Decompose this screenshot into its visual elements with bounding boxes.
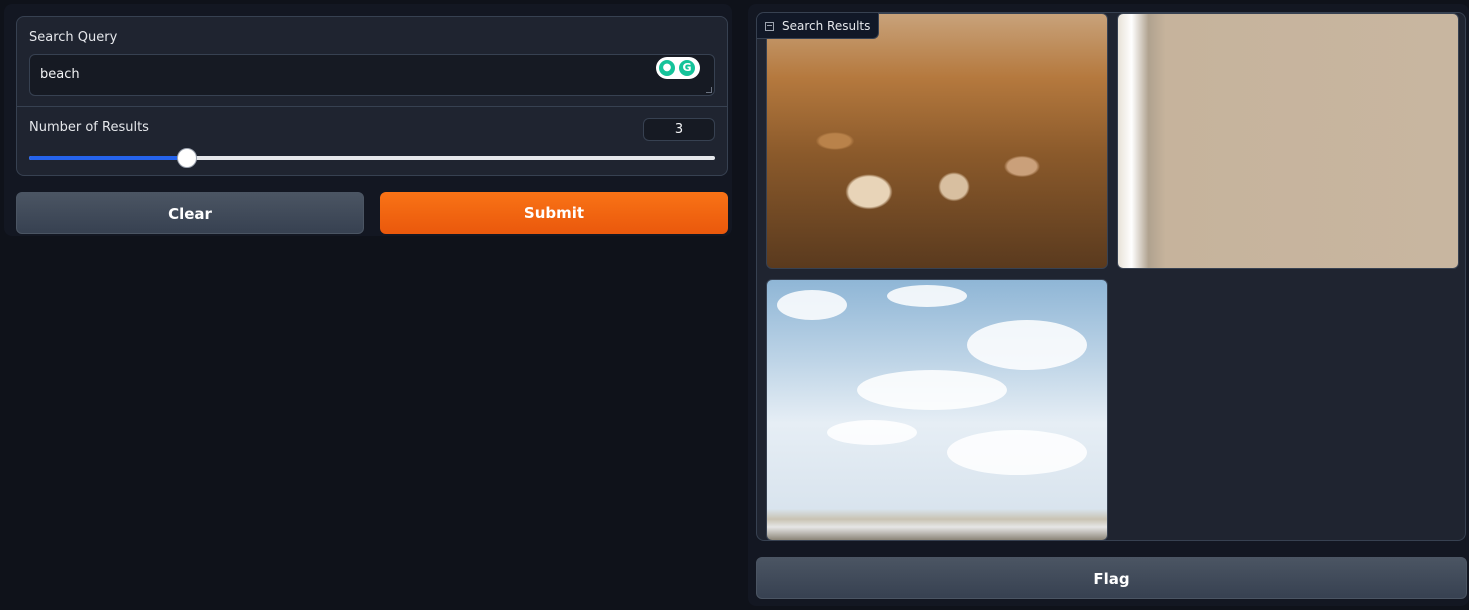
grammarly-icon[interactable]: G: [679, 60, 695, 76]
gallery-label: Search Results: [757, 13, 880, 39]
number-of-results-input[interactable]: 3: [643, 118, 715, 141]
image-icon: [765, 22, 774, 31]
search-results-gallery: Search Results: [756, 12, 1466, 541]
output-column: Search Results Flag: [748, 4, 1469, 606]
number-of-results-slider[interactable]: [29, 148, 715, 168]
input-column: Search Query beach ● G Number of Results…: [4, 4, 732, 236]
beach-sky-image[interactable]: [766, 279, 1108, 540]
input-panel: Search Query beach ● G Number of Results…: [16, 16, 728, 176]
search-query-input[interactable]: beach ● G: [29, 54, 715, 96]
flag-button[interactable]: Flag: [756, 557, 1467, 599]
submit-button[interactable]: Submit: [380, 192, 728, 234]
beach-wave-sand-image[interactable]: [1117, 13, 1459, 269]
bulb-icon[interactable]: ●: [659, 60, 675, 76]
search-query-label: Search Query: [29, 30, 118, 45]
search-query-value: beach: [40, 67, 80, 82]
slider-fill: [29, 156, 187, 160]
beach-shells-image[interactable]: [766, 13, 1108, 269]
gallery-label-text: Search Results: [782, 19, 871, 33]
number-of-results-label: Number of Results: [29, 120, 149, 135]
clear-button[interactable]: Clear: [16, 192, 364, 234]
grammarly-widget[interactable]: ● G: [656, 57, 700, 79]
resize-handle-icon[interactable]: [706, 87, 712, 93]
divider: [17, 106, 727, 107]
slider-thumb[interactable]: [176, 148, 197, 168]
